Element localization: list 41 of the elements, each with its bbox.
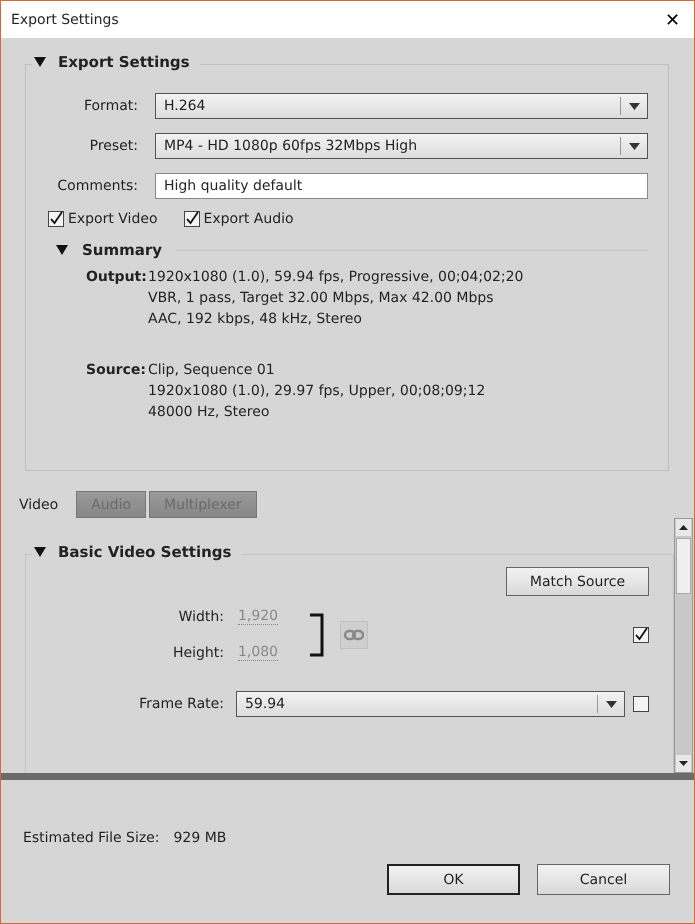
collapse-icon[interactable] bbox=[34, 547, 46, 557]
scrollbar[interactable] bbox=[674, 518, 693, 773]
window-title: Export Settings bbox=[11, 12, 119, 28]
checkbox[interactable] bbox=[633, 696, 649, 712]
scroll-thumb[interactable] bbox=[676, 538, 691, 594]
checkbox-label: Export Video bbox=[68, 211, 158, 227]
field-label: Preset: bbox=[88, 138, 138, 154]
field-label: Format: bbox=[82, 98, 138, 114]
estimate-label: Estimated File Size: bbox=[23, 830, 160, 846]
summary-text: AAC, 192 kbps, 48 kHz, Stereo bbox=[148, 310, 363, 329]
checkbox[interactable] bbox=[184, 211, 200, 227]
estimate-value: 929 MB bbox=[174, 830, 226, 846]
summary-text: 1920x1080 (1.0), 59.94 fps, Progressive, 00;04;02;20 bbox=[148, 268, 524, 287]
match-source-button[interactable]: Match Source bbox=[506, 567, 649, 596]
dialog-button[interactable]: Cancel bbox=[537, 864, 670, 895]
field-label: Frame Rate: bbox=[138, 696, 224, 712]
summary-title: Summary bbox=[82, 241, 162, 259]
summary-text: Clip, Sequence 01 bbox=[148, 361, 276, 380]
close-button[interactable]: ✕ bbox=[661, 8, 684, 30]
checkbox-label: Export Audio bbox=[204, 211, 294, 227]
summary-label: Output: bbox=[86, 268, 148, 287]
input-field[interactable]: High quality default bbox=[155, 173, 648, 199]
dialog-button[interactable]: OK bbox=[387, 864, 520, 895]
summary-label: Source: bbox=[86, 361, 147, 380]
collapse-icon[interactable] bbox=[56, 245, 68, 255]
checkbox[interactable] bbox=[633, 626, 649, 642]
section-title: Basic Video Settings bbox=[58, 543, 232, 561]
summary-text: 48000 Hz, Stereo bbox=[148, 403, 270, 422]
checkbox[interactable] bbox=[48, 211, 64, 227]
dropdown[interactable]: 59.94 bbox=[236, 691, 625, 717]
field-label: Height: bbox=[172, 644, 224, 660]
scroll-up-icon[interactable] bbox=[676, 519, 691, 536]
collapse-icon[interactable] bbox=[34, 57, 46, 67]
summary-text: 1920x1080 (1.0), 29.97 fps, Upper, 00;08;09;12 bbox=[148, 382, 486, 401]
dropdown[interactable]: H.264 bbox=[155, 93, 648, 119]
dropdown[interactable]: MP4 - HD 1080p 60fps 32Mbps High bbox=[155, 133, 648, 159]
scroll-down-icon[interactable] bbox=[676, 755, 691, 772]
field-label: Comments: bbox=[56, 178, 138, 194]
summary-text: VBR, 1 pass, Target 32.00 Mbps, Max 42.00 Mbps bbox=[148, 289, 495, 308]
field-label: Width: bbox=[178, 608, 224, 624]
section-title: Export Settings bbox=[58, 53, 190, 71]
